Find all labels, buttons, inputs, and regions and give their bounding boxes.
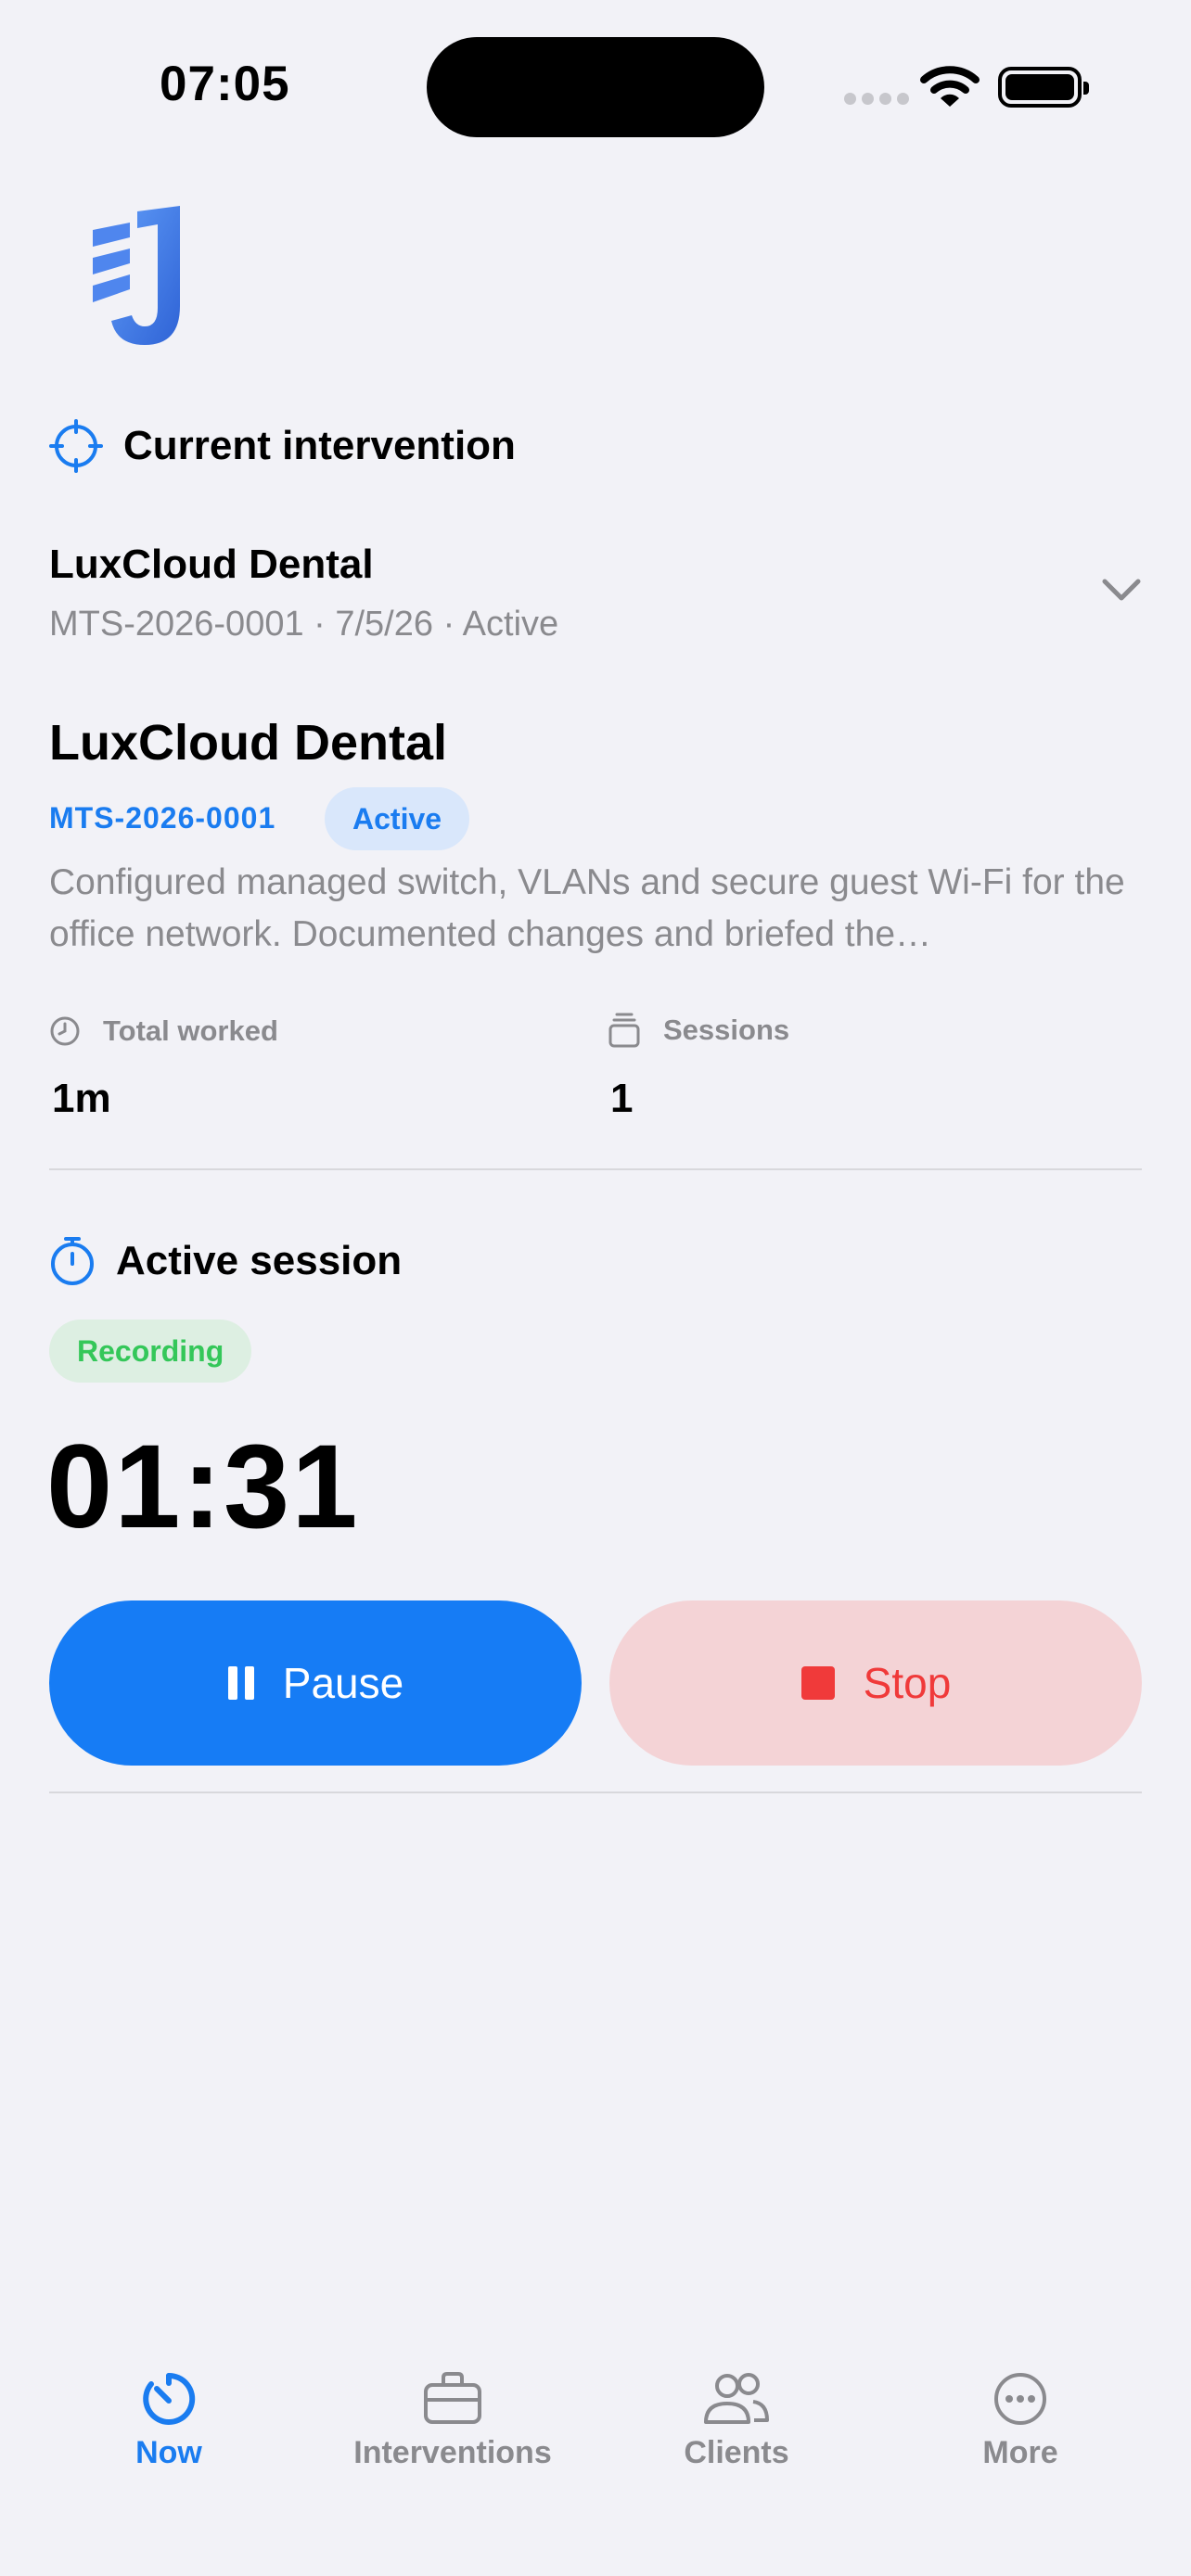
stop-icon xyxy=(800,1666,835,1700)
tab-label: Clients xyxy=(684,2435,789,2470)
pause-icon xyxy=(227,1666,254,1700)
intervention-code: MTS-2026-0001 xyxy=(49,801,276,835)
tab-interventions[interactable]: Interventions xyxy=(332,2370,573,2471)
total-worked-value: 1m xyxy=(52,1076,111,1121)
stopwatch-icon xyxy=(51,1237,94,1285)
timer-icon xyxy=(143,2372,196,2425)
app-logo xyxy=(93,206,180,345)
recording-badge: Recording xyxy=(49,1320,252,1383)
divider xyxy=(49,1792,1142,1793)
tab-now[interactable]: Now xyxy=(48,2370,289,2471)
intervention-client-name: LuxCloud Dental xyxy=(49,715,447,771)
stop-label: Stop xyxy=(863,1659,952,1707)
stack-icon xyxy=(608,1013,640,1048)
tab-label: More xyxy=(982,2435,1058,2470)
sessions-label: Sessions xyxy=(608,1013,789,1048)
section-title: Current intervention xyxy=(123,423,516,468)
sessions-value: 1 xyxy=(610,1076,634,1121)
active-session-title: Active session xyxy=(116,1238,403,1283)
pause-button[interactable]: Pause xyxy=(49,1600,582,1766)
crosshair-icon xyxy=(49,419,103,473)
tab-label: Now xyxy=(135,2435,202,2470)
total-worked-label: Total worked xyxy=(49,1014,278,1048)
tab-label: Interventions xyxy=(353,2435,552,2470)
session-timer: 01:31 xyxy=(46,1421,360,1553)
divider xyxy=(49,1168,1142,1170)
ellipsis-circle-icon xyxy=(994,2373,1046,2425)
chevron-down-icon xyxy=(1102,579,1141,601)
intervention-description: Configured managed switch, VLANs and sec… xyxy=(49,862,1125,954)
selector-client-name: LuxCloud Dental xyxy=(49,542,374,587)
sessions-text: Sessions xyxy=(663,1014,790,1046)
clock-icon xyxy=(50,1016,80,1046)
total-worked-text: Total worked xyxy=(103,1014,278,1047)
status-time: 07:05 xyxy=(160,57,290,111)
tab-more[interactable]: More xyxy=(900,2370,1141,2471)
wifi-icon xyxy=(920,66,980,107)
stop-button[interactable]: Stop xyxy=(609,1600,1142,1766)
selector-meta: MTS-2026-0001 · 7/5/26 · Active xyxy=(49,605,559,644)
now-screen: 07:05 Current intervention LuxCloud Dent… xyxy=(0,0,1191,2576)
pause-label: Pause xyxy=(282,1659,404,1707)
people-icon xyxy=(704,2373,769,2424)
battery-icon xyxy=(998,67,1089,108)
current-intervention-header: Current intervention xyxy=(49,419,516,473)
tab-clients[interactable]: Clients xyxy=(616,2370,857,2471)
status-badge: Active xyxy=(325,787,470,850)
intervention-selector[interactable]: LuxCloud Dental MTS-2026-0001 · 7/5/26 ·… xyxy=(49,536,1142,655)
dynamic-island xyxy=(427,37,764,137)
active-session-header: Active session xyxy=(49,1235,402,1287)
briefcase-icon xyxy=(424,2372,481,2424)
cellular-signal-icon xyxy=(844,93,909,105)
